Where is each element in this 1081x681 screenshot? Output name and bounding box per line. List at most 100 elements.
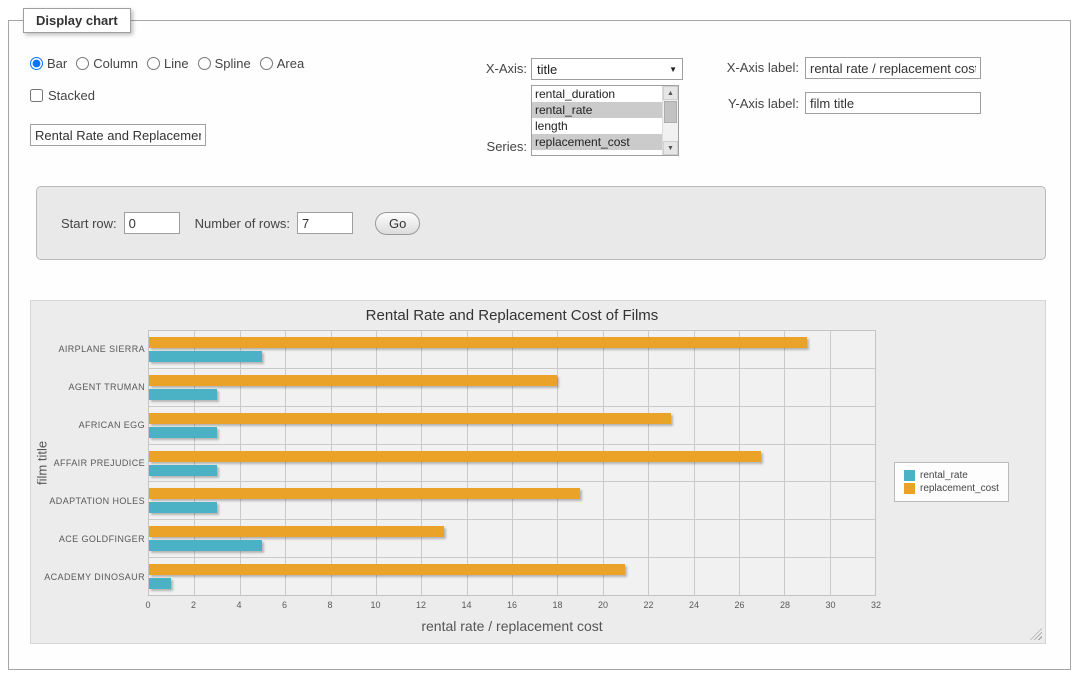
num-rows-input[interactable] (297, 212, 353, 234)
bar-group (149, 369, 875, 407)
chart-type-radio-line[interactable] (147, 57, 160, 70)
legend-label: rental_rate (920, 470, 968, 481)
x-axis-selected-value: title (537, 62, 557, 77)
stacked-checkbox[interactable] (30, 89, 43, 102)
chart-type-radio-spline[interactable] (198, 57, 211, 70)
bar-replacement_cost (149, 564, 625, 575)
x-tick-label: 22 (643, 600, 653, 610)
stacked-label: Stacked (48, 88, 95, 103)
bar-group (149, 520, 875, 558)
y-category-label: ADAPTATION HOLES (53, 482, 145, 520)
x-axis-label-label: X-Axis label: (687, 60, 799, 75)
bar-group (149, 407, 875, 445)
scroll-down-icon[interactable]: ▼ (663, 141, 678, 155)
plot-area (148, 330, 876, 596)
series-multiselect[interactable]: rental_durationrental_ratelengthreplacem… (531, 85, 679, 156)
chart-title: Rental Rate and Replacement Cost of Film… (148, 307, 876, 324)
chart-type-spline[interactable]: Spline (198, 56, 251, 71)
chart-type-label: Bar (47, 56, 67, 71)
x-tick-label: 18 (552, 600, 562, 610)
chart-type-options: Bar Column Line Spline Area (30, 56, 313, 71)
legend-swatch-icon (904, 483, 915, 494)
x-tick-label: 4 (236, 600, 241, 610)
series-option-length[interactable]: length (532, 118, 662, 134)
y-category-label: AIRPLANE SIERRA (53, 330, 145, 368)
bar-replacement_cost (149, 451, 761, 462)
y-category-label: AFRICAN EGG (53, 406, 145, 444)
start-row-input[interactable] (124, 212, 180, 234)
display-chart-panel: Display chart BarColumnLineSplineArea St… (8, 20, 1071, 670)
x-tick-label: 0 (145, 600, 150, 610)
x-tick-label: 16 (507, 600, 517, 610)
chart-type-bar[interactable]: Bar (30, 56, 67, 71)
bar-group (149, 445, 875, 483)
chart-type-radio-area[interactable] (260, 57, 273, 70)
x-axis-ticks: 02468101214161820222426283032 (148, 600, 876, 612)
series-option-list: rental_durationrental_ratelengthreplacem… (532, 86, 662, 155)
bar-replacement_cost (149, 337, 807, 348)
series-select-label: Series: (429, 139, 527, 154)
bar-replacement_cost (149, 488, 580, 499)
x-tick-label: 14 (461, 600, 471, 610)
rows-panel: Start row: Number of rows: Go (36, 186, 1046, 260)
chart-type-column[interactable]: Column (76, 56, 138, 71)
x-tick-label: 6 (282, 600, 287, 610)
x-axis-title: rental rate / replacement cost (148, 618, 876, 634)
x-tick-label: 26 (734, 600, 744, 610)
y-axis-label-input[interactable] (805, 92, 981, 114)
bar-group (149, 558, 875, 595)
series-option-replacement_cost[interactable]: replacement_cost (532, 134, 662, 150)
x-tick-label: 28 (780, 600, 790, 610)
bar-rental_rate (149, 427, 217, 438)
bar-rental_rate (149, 578, 171, 589)
num-rows-label: Number of rows: (195, 216, 290, 231)
x-tick-label: 24 (689, 600, 699, 610)
bar-rental_rate (149, 351, 262, 362)
legend-label: replacement_cost (920, 483, 999, 494)
series-option-rental_duration[interactable]: rental_duration (532, 86, 662, 102)
chart-type-line[interactable]: Line (147, 56, 189, 71)
x-tick-label: 8 (327, 600, 332, 610)
x-tick-label: 10 (370, 600, 380, 610)
stacked-option[interactable]: Stacked (30, 88, 95, 103)
chart-type-label: Area (277, 56, 304, 71)
x-axis-label-input[interactable] (805, 57, 981, 79)
x-tick-label: 32 (871, 600, 881, 610)
y-axis-labels: AIRPLANE SIERRAAGENT TRUMANAFRICAN EGGAF… (53, 330, 145, 596)
resize-grip-icon[interactable] (1030, 628, 1042, 640)
x-tick-label: 30 (825, 600, 835, 610)
legend-swatch-icon (904, 470, 915, 481)
chart-type-label: Line (164, 56, 189, 71)
chart-type-radio-column[interactable] (76, 57, 89, 70)
bar-rental_rate (149, 389, 217, 400)
bar-group (149, 331, 875, 369)
y-category-label: AFFAIR PREJUDICE (53, 444, 145, 482)
bar-groups (149, 331, 875, 595)
chart-type-label: Column (93, 56, 138, 71)
scroll-up-icon[interactable]: ▲ (663, 86, 678, 100)
bar-group (149, 482, 875, 520)
y-axis-title: film title (33, 330, 51, 596)
x-tick-label: 2 (191, 600, 196, 610)
x-axis-select-label: X-Axis: (429, 61, 527, 76)
bar-replacement_cost (149, 526, 444, 537)
legend-entry: replacement_cost (904, 483, 999, 494)
chart-type-label: Spline (215, 56, 251, 71)
x-tick-label: 12 (416, 600, 426, 610)
chart-container: Rental Rate and Replacement Cost of Film… (30, 300, 1046, 644)
scrollbar-thumb[interactable] (664, 101, 677, 123)
series-option-rental_rate[interactable]: rental_rate (532, 102, 662, 118)
legend-entry: rental_rate (904, 470, 999, 481)
chart-type-area[interactable]: Area (260, 56, 304, 71)
series-scrollbar[interactable]: ▲ ▼ (662, 86, 678, 155)
bar-replacement_cost (149, 413, 671, 424)
bar-replacement_cost (149, 375, 557, 386)
y-category-label: ACE GOLDFINGER (53, 520, 145, 558)
y-axis-label-label: Y-Axis label: (687, 96, 799, 111)
chart-type-radio-bar[interactable] (30, 57, 43, 70)
chart-title-input[interactable] (30, 124, 206, 146)
panel-title: Display chart (23, 8, 131, 33)
x-axis-select[interactable]: title ▼ (531, 58, 683, 80)
bar-rental_rate (149, 465, 217, 476)
go-button[interactable]: Go (375, 212, 420, 235)
